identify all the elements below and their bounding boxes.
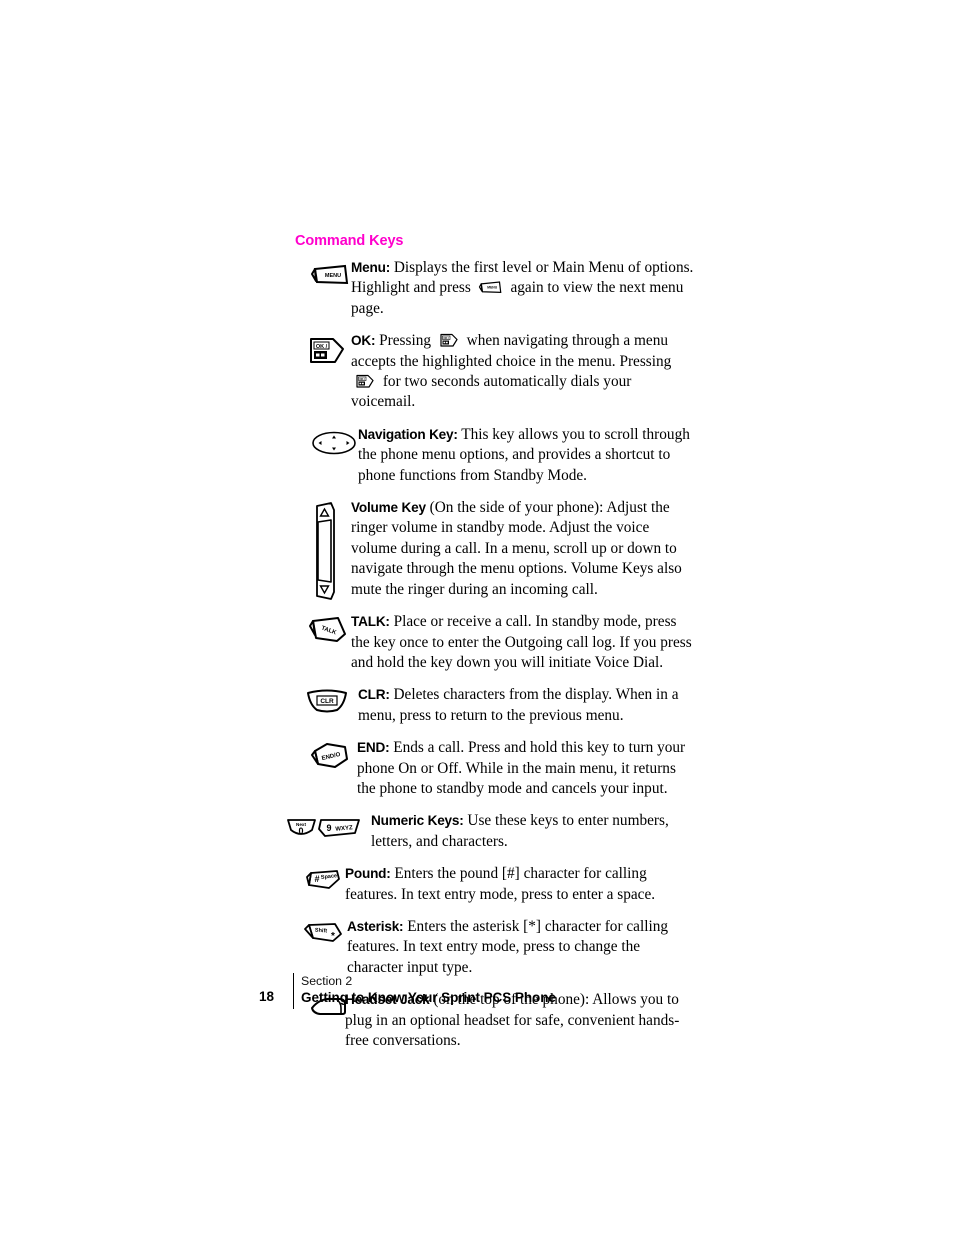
list-item-talk-key: TALK TALK: Place or receive a call. In s… [295,612,695,673]
term-volume: Volume Key [351,500,426,516]
term-numeric: Numeric Keys: [371,813,464,829]
asterisk-key-icon: Shift * [289,921,361,945]
list-item-navigation-key: Navigation Key: This key allows you to s… [295,425,695,486]
navigation-key-icon [298,428,370,458]
list-item-numeric-text: Numeric Keys: Use these keys to enter nu… [371,811,695,852]
ok-key-icon: OK / [438,332,460,349]
list-item-volume-text: Volume Key (On the side of your phone): … [351,498,695,600]
ok-key-icon: OK / [291,334,363,368]
list-item-menu-key: MENU Menu: Displays the first level or M… [295,258,695,319]
list-item-navigation-text: Navigation Key: This key allows you to s… [358,425,695,486]
footer-divider [293,973,294,1009]
end-text-1: Ends a call. Press and hold this key to … [357,739,686,797]
end-key-icon: END/O [295,741,367,771]
list-item-numeric-keys: Next 0 9 WXYZ Numeric Keys: Use these ke… [287,811,695,852]
talk-text-1: Place or receive a call. In standby mode… [351,613,692,671]
svg-text:OK /: OK / [359,377,365,381]
list-item-pound-key: # Space Pound: Enters the pound [#] char… [295,864,695,905]
svg-text:MENU: MENU [487,286,497,290]
clr-key-icon: CLR [291,689,363,713]
list-item-end-text: END: Ends a call. Press and hold this ke… [357,738,695,799]
numeric-keys-icon: Next 0 9 WXYZ [285,817,377,841]
ok-key-icon: OK / [354,373,376,390]
svg-text:0: 0 [298,826,303,836]
svg-text:*: * [331,931,335,942]
list-item-pound-text: Pound: Enters the pound [#] character fo… [345,864,695,905]
document-page: Command Keys MENU Menu: Displays the fir… [0,0,954,1235]
volume-key-icon [289,500,361,602]
list-item-ok-key: OK / OK: Pressing OK / when navigating t… [295,331,695,413]
svg-text:#: # [314,874,319,884]
svg-text:9: 9 [326,823,331,833]
pound-text-1: Enters the pound [#] character for calli… [345,865,656,903]
svg-text:OK /: OK / [443,336,449,340]
list-item-asterisk-text: Asterisk: Enters the asterisk [*] charac… [347,917,695,978]
list-item-talk-text: TALK: Place or receive a call. In standb… [351,612,695,673]
menu-key-icon: MENU [295,261,367,289]
svg-text:MENU: MENU [325,273,341,279]
list-item-end-key: END/O END: Ends a call. Press and hold t… [295,738,695,799]
page-number: 18 [259,989,275,1004]
svg-text:OK /: OK / [316,344,328,350]
menu-key-icon: MENU [478,279,504,296]
page-heading: Command Keys [295,233,404,249]
list-item-clr-key: CLR CLR: Deletes characters from the dis… [295,685,695,726]
term-navigation: Navigation Key: [358,426,458,442]
command-keys-list: MENU Menu: Displays the first level or M… [287,258,695,1063]
talk-key-icon: TALK [293,615,365,645]
footer-section-title: Getting to Know Your Sprint PCS Phone [301,990,556,1005]
ok-text-3: for two seconds automatically dials your… [351,373,632,411]
list-item-clr-text: CLR: Deletes characters from the display… [358,685,695,726]
svg-text:Shift: Shift [315,927,328,934]
footer-section-label: Section 2 [301,974,353,988]
list-item-volume-key: Volume Key (On the side of your phone): … [295,498,695,600]
pound-key-icon: # Space [289,868,361,892]
list-item-menu-text: Menu: Displays the first level or Main M… [351,258,695,319]
page-footer: 18 Section 2 Getting to Know Your Sprint… [255,972,675,1012]
list-item-asterisk-key: Shift * Asterisk: Enters the asterisk [*… [295,917,695,978]
svg-text:CLR: CLR [320,698,334,705]
ok-text-1: Pressing [375,332,435,350]
list-item-ok-text: OK: Pressing OK / when navigating throug… [351,331,695,413]
clr-text-1: Deletes characters from the display. Whe… [358,686,679,724]
